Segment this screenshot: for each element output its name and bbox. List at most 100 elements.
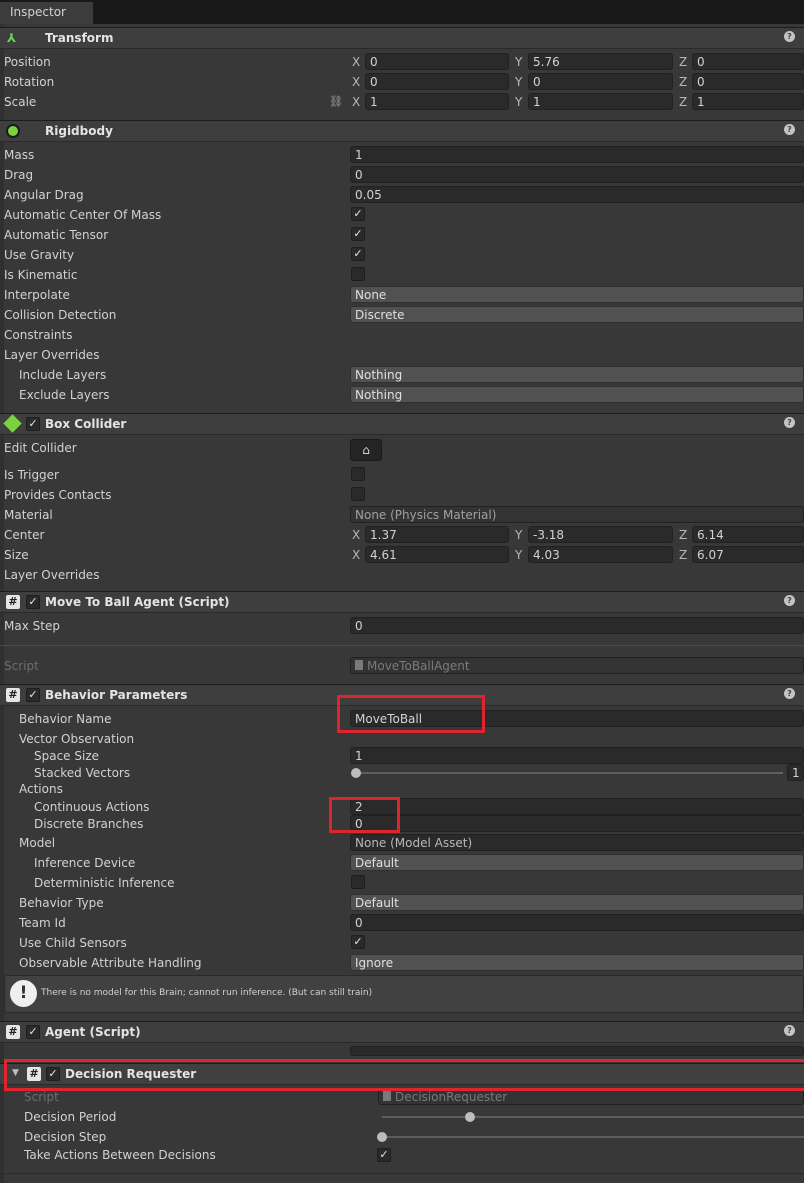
transform-header[interactable]: ⅄ Transform ?: [0, 27, 804, 49]
rotation-z-field[interactable]: 0: [692, 73, 804, 90]
include-layers-dropdown[interactable]: Nothing: [350, 366, 804, 383]
center-x-field[interactable]: 1.37: [365, 526, 509, 543]
tab-inspector[interactable]: Inspector: [0, 2, 93, 24]
agent-title: Agent (Script): [45, 1025, 141, 1039]
is-kinematic-checkbox[interactable]: [351, 267, 365, 281]
axis-x-label: X: [352, 95, 361, 109]
material-field[interactable]: None (Physics Material): [350, 506, 804, 523]
observable-attribute-dropdown[interactable]: Ignore: [350, 954, 804, 971]
stacked-vectors-slider[interactable]: [354, 772, 783, 774]
discrete-branches-field[interactable]: 0: [350, 815, 804, 832]
edit-collider-icon[interactable]: ⌂: [350, 439, 382, 461]
script-icon: #: [6, 1025, 20, 1039]
box-collider-header[interactable]: ✓ Box Collider ?: [0, 413, 804, 435]
axis-y-label: Y: [515, 548, 523, 562]
script-file-icon: [383, 1091, 391, 1101]
use-gravity-label: Use Gravity: [4, 248, 75, 262]
inspector-tabbar: [0, 0, 804, 24]
is-kinematic-label: Is Kinematic: [4, 268, 78, 282]
use-child-sensors-checkbox[interactable]: ✓: [351, 935, 365, 949]
highlight-behavior-name: [337, 695, 485, 733]
deterministic-inference-label: Deterministic Inference: [34, 876, 175, 890]
constraints-foldout[interactable]: Constraints: [4, 328, 72, 342]
script-icon: #: [6, 595, 20, 609]
space-size-field[interactable]: 1: [350, 747, 804, 764]
inference-device-label: Inference Device: [34, 856, 136, 870]
decision-period-knob[interactable]: [465, 1112, 475, 1122]
decision-step-knob[interactable]: [377, 1132, 387, 1142]
drag-label: Drag: [4, 168, 34, 182]
position-y-field[interactable]: 5.76: [528, 53, 673, 70]
provides-contacts-checkbox[interactable]: [351, 487, 365, 501]
rigidbody-header[interactable]: Rigidbody ?: [0, 120, 804, 142]
axis-z-label: Z: [679, 95, 688, 109]
agent-header[interactable]: # ✓ Agent (Script) ?: [0, 1021, 804, 1043]
collision-dropdown[interactable]: Discrete: [350, 306, 804, 323]
is-trigger-label: Is Trigger: [4, 468, 59, 482]
deterministic-inference-checkbox[interactable]: [351, 875, 365, 889]
box-collider-enable-checkbox[interactable]: ✓: [26, 417, 40, 431]
agent-hidden-field: [350, 1046, 804, 1056]
position-z-field[interactable]: 0: [692, 53, 804, 70]
behavior-type-dropdown[interactable]: Default: [350, 894, 804, 911]
center-y-field[interactable]: -3.18: [528, 526, 673, 543]
center-label: Center: [4, 528, 45, 542]
center-z-field[interactable]: 6.14: [692, 526, 804, 543]
exclude-layers-dropdown[interactable]: Nothing: [350, 386, 804, 403]
no-model-warning: ! There is no model for this Brain; cann…: [4, 975, 804, 1013]
stacked-vectors-knob[interactable]: [351, 768, 361, 778]
box-collider-title: Box Collider: [45, 417, 127, 431]
mass-field[interactable]: 1: [350, 146, 804, 163]
continuous-actions-field[interactable]: 2: [350, 798, 804, 815]
inference-device-dropdown[interactable]: Default: [350, 854, 804, 871]
size-x-field[interactable]: 4.61: [365, 546, 509, 563]
interpolate-dropdown[interactable]: None: [350, 286, 804, 303]
help-icon[interactable]: ?: [784, 31, 795, 42]
decision-step-slider[interactable]: [382, 1136, 804, 1138]
include-layers-label: Include Layers: [19, 368, 107, 382]
help-icon[interactable]: ?: [784, 417, 795, 428]
scale-z-field[interactable]: 1: [692, 93, 804, 110]
axis-y-label: Y: [515, 95, 523, 109]
collider-layer-overrides-foldout[interactable]: Layer Overrides: [4, 568, 99, 582]
drag-field[interactable]: 0: [350, 166, 804, 183]
auto-tensor-checkbox[interactable]: ✓: [351, 227, 365, 241]
use-gravity-checkbox[interactable]: ✓: [351, 247, 365, 261]
help-icon[interactable]: ?: [784, 688, 795, 699]
position-x-field[interactable]: 0: [365, 53, 509, 70]
mass-label: Mass: [4, 148, 35, 162]
scale-x-field[interactable]: 1: [365, 93, 509, 110]
link-scale-icon[interactable]: ⛓: [329, 95, 343, 108]
size-z-field[interactable]: 6.07: [692, 546, 804, 563]
team-id-field[interactable]: 0: [350, 914, 804, 931]
model-field[interactable]: None (Model Asset): [350, 834, 804, 851]
max-step-field[interactable]: 0: [350, 617, 804, 634]
angular-drag-field[interactable]: 0.05: [350, 186, 804, 203]
observable-attribute-label: Observable Attribute Handling: [19, 956, 202, 970]
behavior-enable-checkbox[interactable]: ✓: [26, 688, 40, 702]
space-size-label: Space Size: [34, 749, 100, 763]
help-icon[interactable]: ?: [784, 1025, 795, 1036]
axis-z-label: Z: [679, 548, 688, 562]
rotation-x-field[interactable]: 0: [365, 73, 509, 90]
stacked-vectors-field[interactable]: 1: [787, 764, 804, 781]
move-agent-enable-checkbox[interactable]: ✓: [26, 595, 40, 609]
help-icon[interactable]: ?: [784, 595, 795, 606]
auto-com-checkbox[interactable]: ✓: [351, 207, 365, 221]
rigidbody-icon: [6, 124, 20, 138]
scale-y-field[interactable]: 1: [528, 93, 673, 110]
highlight-decision-requester: [4, 1059, 804, 1091]
help-icon[interactable]: ?: [784, 124, 795, 135]
is-trigger-checkbox[interactable]: [351, 467, 365, 481]
agent-enable-checkbox[interactable]: ✓: [26, 1025, 40, 1039]
decision-period-label: Decision Period: [24, 1110, 117, 1124]
vector-observation-label: Vector Observation: [19, 732, 135, 746]
decision-period-slider[interactable]: [382, 1116, 804, 1118]
take-actions-checkbox[interactable]: ✓: [377, 1148, 391, 1162]
behavior-title: Behavior Parameters: [45, 688, 188, 702]
size-y-field[interactable]: 4.03: [528, 546, 673, 563]
rotation-y-field[interactable]: 0: [528, 73, 673, 90]
move-agent-header[interactable]: # ✓ Move To Ball Agent (Script) ?: [0, 591, 804, 613]
transform-title: Transform: [45, 31, 114, 45]
layer-overrides-foldout[interactable]: Layer Overrides: [4, 348, 99, 362]
